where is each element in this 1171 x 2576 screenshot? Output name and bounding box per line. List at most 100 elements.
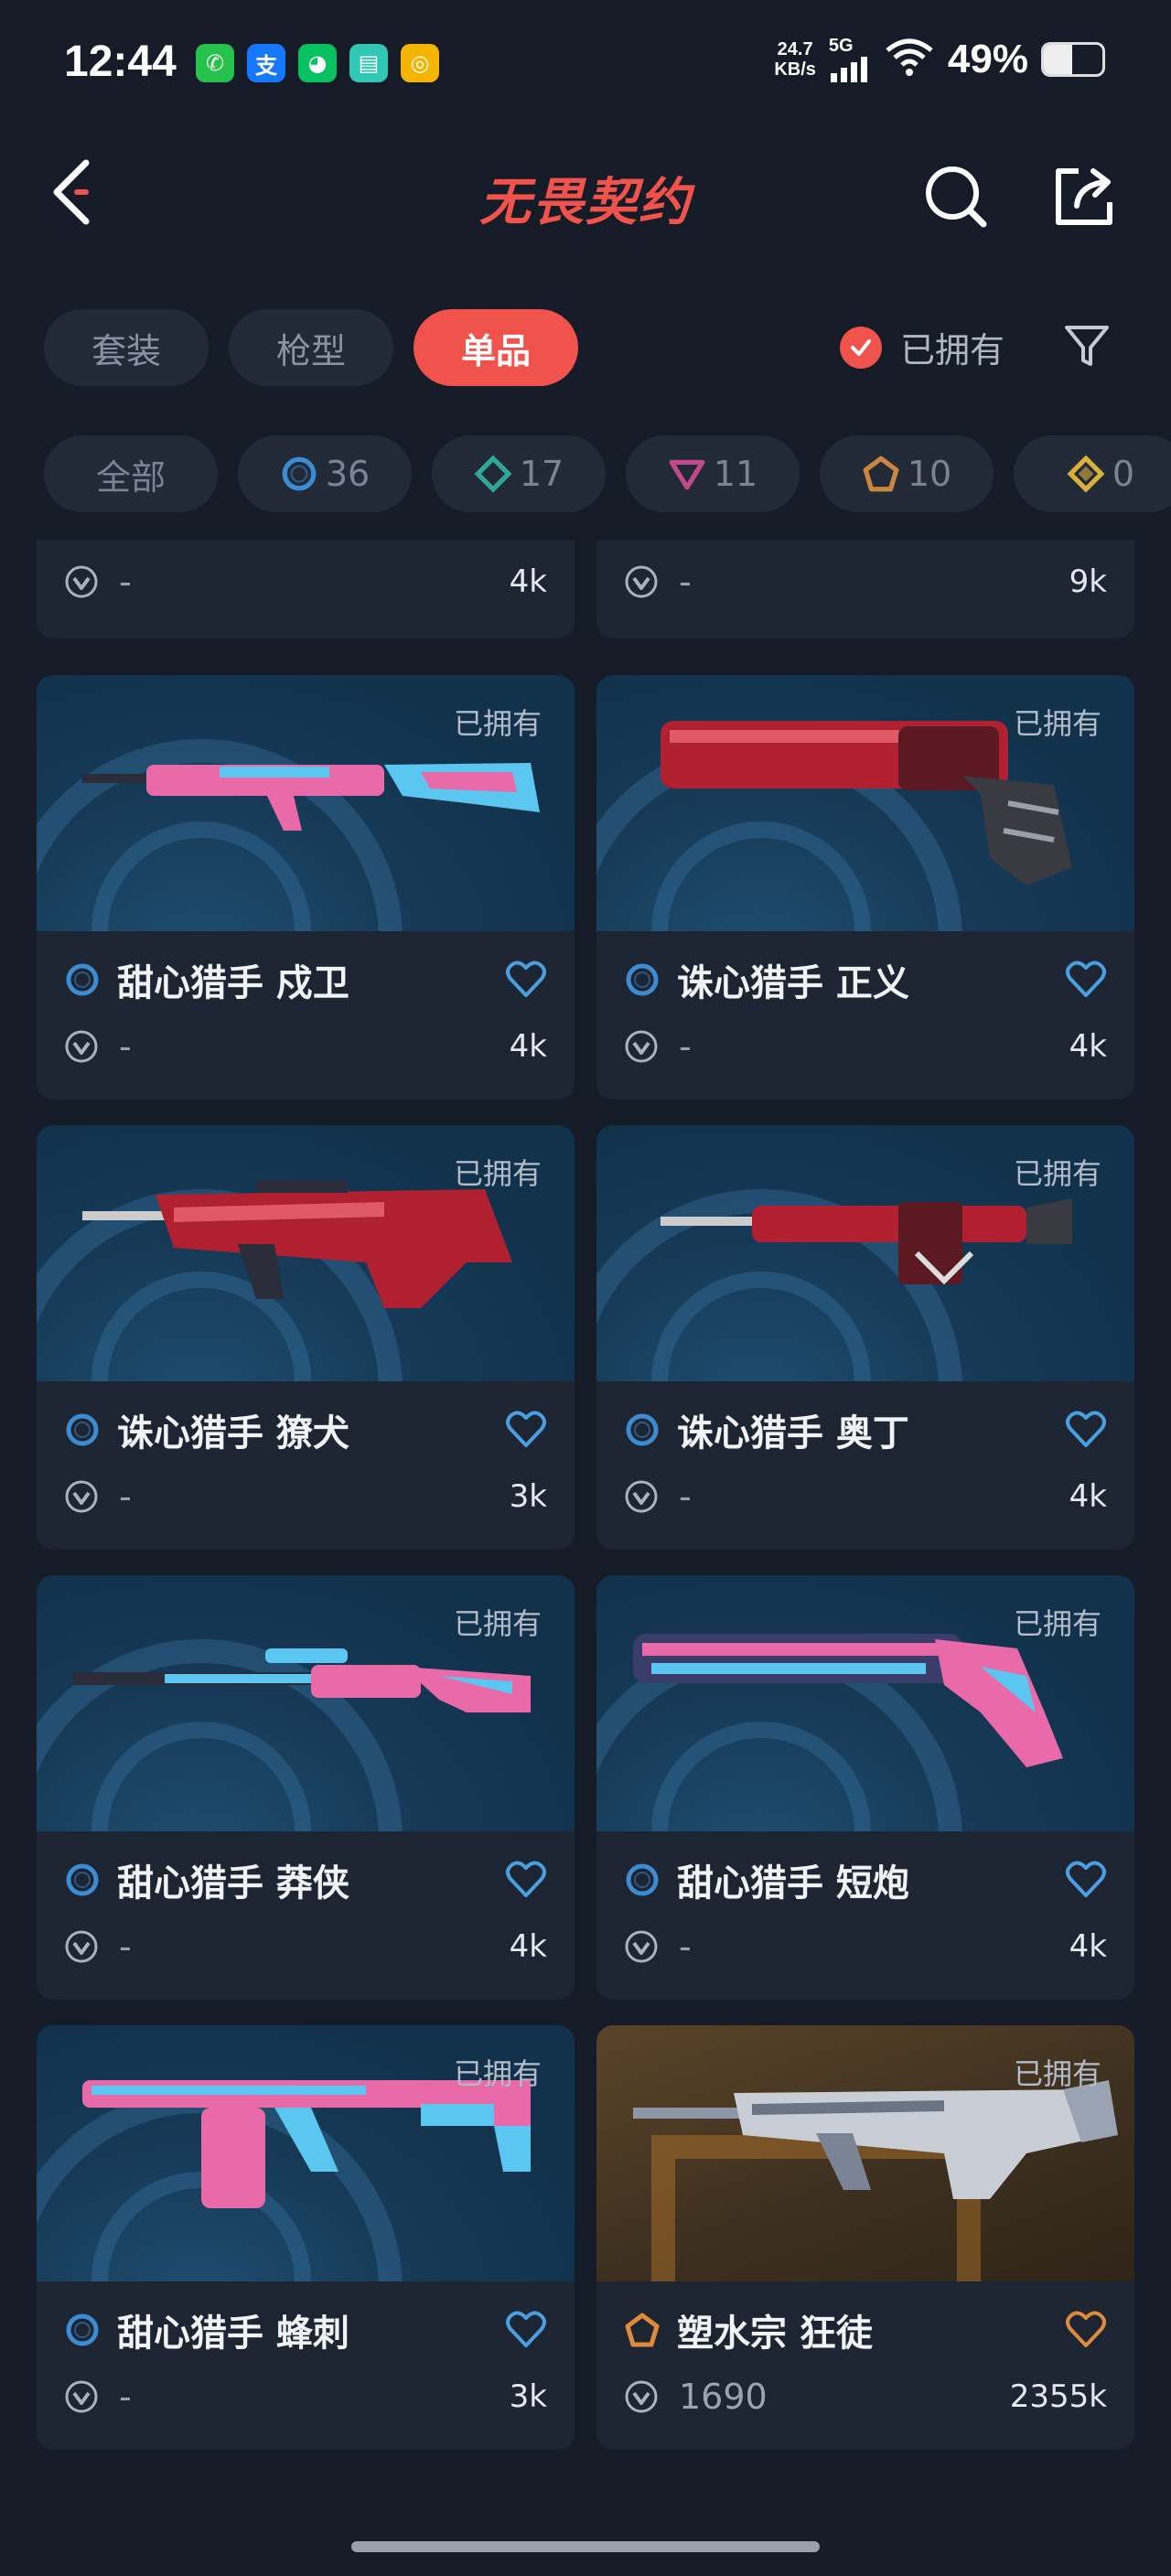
tab-sets[interactable]: 套装 (44, 309, 209, 386)
tier-chip-count: 10 (907, 454, 952, 494)
skin-card[interactable]: 已拥有 诛心猎手 正义 - 4k (596, 675, 1134, 1100)
tier-chip-all[interactable]: 全部 (44, 435, 218, 512)
category-tabs: 套装 枪型 单品 (44, 309, 579, 386)
card-count: 9k (1069, 564, 1107, 600)
skin-card-partial[interactable]: - 4k (37, 540, 575, 639)
card-count: 4k (1069, 1928, 1107, 1965)
tier-chip-exclusive[interactable]: 10 (820, 435, 994, 512)
vp-icon (624, 564, 659, 599)
owned-tag: 已拥有 (1013, 2056, 1101, 2091)
skin-image: 已拥有 (596, 2025, 1134, 2281)
owned-tag: 已拥有 (453, 1606, 542, 1641)
skin-image: 已拥有 (37, 1125, 575, 1381)
skin-name: 诛心猎手 奥丁 (677, 1412, 909, 1454)
tier-chip-count: 0 (1112, 454, 1135, 494)
battery-percent: 49% (947, 37, 1028, 81)
skin-name: 甜心猎手 莽侠 (117, 1862, 349, 1905)
vp-icon (64, 2379, 99, 2414)
skin-card[interactable]: 已拥有 甜心猎手 短炮 - 4k (596, 1575, 1134, 2000)
tier-chip-select[interactable]: 36 (238, 435, 412, 512)
card-price: - (679, 1927, 692, 1967)
filter-button[interactable] (1061, 320, 1112, 371)
card-price: - (119, 2377, 132, 2417)
tab-weapon-types[interactable]: 枪型 (229, 309, 394, 386)
select-tier-icon (624, 1411, 661, 1448)
card-count: 4k (1069, 1028, 1107, 1065)
owned-filter-label: 已拥有 (900, 330, 1005, 370)
skin-image: 已拥有 (37, 2025, 575, 2281)
tier-chip-count: 36 (325, 454, 371, 494)
skin-card[interactable]: 已拥有 甜心猎手 戍卫 - 4k (37, 675, 575, 1100)
card-count: 3k (509, 1478, 547, 1515)
vp-icon (624, 1479, 659, 1514)
owned-filter-toggle[interactable]: 已拥有 (840, 322, 1004, 372)
card-price: - (679, 562, 692, 602)
select-tier-icon (624, 961, 661, 998)
skin-name: 甜心猎手 戍卫 (117, 962, 349, 1004)
vp-icon (64, 1479, 99, 1514)
card-price: - (119, 1927, 132, 1967)
checked-icon (840, 326, 882, 369)
favorite-heart-icon[interactable] (505, 959, 547, 1001)
owned-tag: 已拥有 (1013, 1156, 1101, 1191)
favorite-heart-icon[interactable] (505, 2309, 547, 2351)
card-price: - (119, 1026, 132, 1067)
tier-chip-deluxe[interactable]: 17 (432, 435, 606, 512)
skin-card[interactable]: 已拥有 甜心猎手 莽侠 - 4k (37, 1575, 575, 2000)
favorite-heart-icon[interactable] (505, 1859, 547, 1901)
favorite-heart-icon[interactable] (1065, 1409, 1107, 1451)
status-bar: 12:44 ✆ 支 ◕ ▤ ◎ 24.7 KB/s 5G 49% (0, 0, 1171, 128)
select-tier-icon (64, 961, 101, 998)
network-speed-value: 24.7 (777, 39, 813, 59)
select-tier-icon (280, 455, 318, 493)
skin-name: 诛心猎手 正义 (677, 962, 909, 1004)
deluxe-tier-icon (474, 455, 512, 493)
vp-icon (624, 1029, 659, 1064)
card-price: - (119, 562, 132, 602)
tier-chip-premium[interactable]: 11 (626, 435, 800, 512)
card-price: - (119, 1476, 132, 1517)
wifi-icon (884, 38, 935, 81)
vp-icon (64, 564, 99, 599)
skin-card[interactable]: 已拥有 诛心猎手 奥丁 - 4k (596, 1125, 1134, 1550)
skin-name: 塑水宗 狂徒 (677, 2313, 873, 2355)
skin-card[interactable]: 已拥有 甜心猎手 蜂刺 - 3k (37, 2025, 575, 2450)
tab-single-items[interactable]: 单品 (414, 309, 579, 386)
status-indicators: 24.7 KB/s 5G 49% (774, 37, 1105, 82)
card-price: 1690 (679, 2377, 768, 2417)
network-type: 5G (828, 36, 854, 56)
home-indicator[interactable] (351, 2541, 820, 2552)
vp-icon (64, 1929, 99, 1964)
skin-name: 甜心猎手 蜂刺 (117, 2313, 349, 2355)
favorite-heart-icon[interactable] (1065, 959, 1107, 1001)
favorite-heart-icon[interactable] (1065, 2309, 1107, 2351)
select-tier-icon (64, 1862, 101, 1898)
tier-chip-ultra[interactable]: 0 (1014, 435, 1171, 512)
alipay-app-icon: 支 (247, 44, 285, 82)
wechat-app-icon: ◕ (298, 44, 337, 82)
owned-tag: 已拥有 (453, 2056, 542, 2091)
card-count: 4k (509, 564, 547, 600)
signal-icon: 5G (829, 37, 871, 82)
skin-card[interactable]: 已拥有 诛心猎手 獠犬 - 3k (37, 1125, 575, 1550)
favorite-heart-icon[interactable] (505, 1409, 547, 1451)
battery-icon (1041, 42, 1105, 77)
network-speed: 24.7 KB/s (774, 39, 816, 80)
search-button[interactable] (915, 156, 997, 238)
share-icon (1056, 168, 1112, 225)
select-tier-icon (64, 1411, 101, 1448)
owned-tag: 已拥有 (1013, 706, 1101, 741)
select-tier-icon (624, 1862, 661, 1898)
card-count: 4k (509, 1928, 547, 1965)
favorite-heart-icon[interactable] (1065, 1859, 1107, 1901)
tier-filter-chips: 全部 36 17 11 10 0 (44, 435, 1171, 512)
tier-chip-label: 全部 (95, 456, 166, 498)
phone-app-icon: ✆ (196, 44, 234, 82)
skin-card[interactable]: 已拥有 塑水宗 狂徒 1690 2355k (596, 2025, 1134, 2450)
skin-image: 已拥有 (596, 1125, 1134, 1381)
card-app-icon: ▤ (349, 44, 388, 82)
skin-image: 已拥有 (37, 675, 575, 931)
skin-image: 已拥有 (596, 675, 1134, 931)
share-button[interactable] (1043, 156, 1125, 238)
skin-card-partial[interactable]: - 9k (596, 540, 1134, 639)
